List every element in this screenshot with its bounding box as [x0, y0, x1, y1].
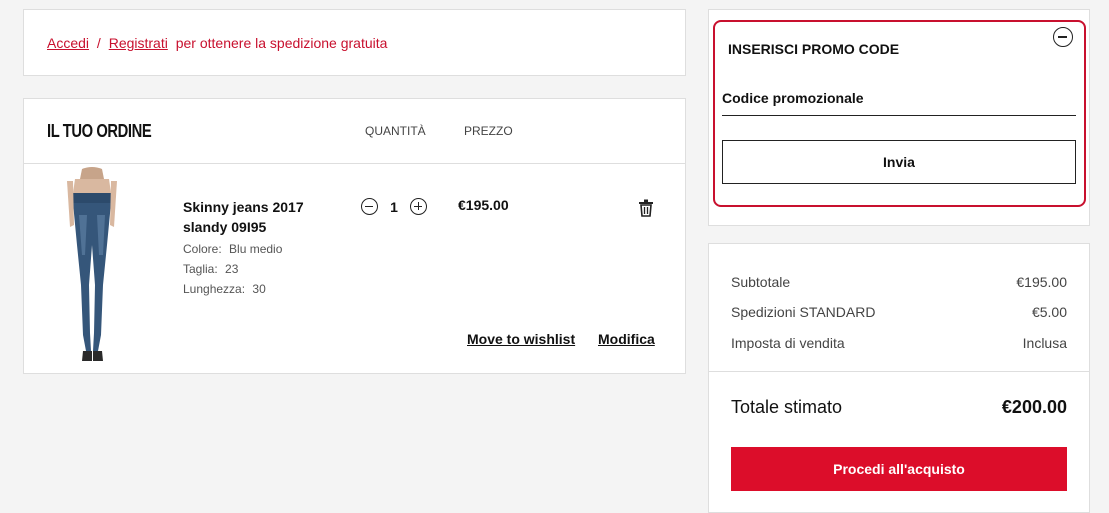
total-row: Totale stimato €200.00	[731, 397, 1067, 418]
checkout-button[interactable]: Procedi all'acquisto	[731, 447, 1067, 491]
trash-icon[interactable]	[638, 199, 654, 217]
collapse-promo-icon[interactable]	[1053, 27, 1073, 47]
order-title: IL TUO ORDINE	[47, 121, 152, 141]
free-shipping-message: per ottenere la spedizione gratuita	[175, 35, 388, 51]
subtotal-value: €195.00	[1016, 274, 1067, 290]
product-name[interactable]: Skinny jeans 2017 slandy 09I95	[183, 197, 333, 237]
login-row: Accedi / Registrati per ottenere la sped…	[47, 35, 387, 51]
quantity-value: 1	[390, 198, 398, 215]
price-column-header: PREZZO	[464, 124, 513, 138]
edit-item-link[interactable]: Modifica	[598, 331, 655, 347]
length-label: Lunghezza:	[183, 282, 246, 296]
order-header: IL TUO ORDINE QUANTITÀ PREZZO	[24, 99, 685, 164]
total-label: Totale stimato	[731, 397, 843, 417]
product-price: €195.00	[458, 197, 509, 213]
login-banner: Accedi / Registrati per ottenere la sped…	[23, 9, 686, 76]
quantity-column-header: QUANTITÀ	[365, 124, 426, 138]
increase-quantity-button[interactable]	[410, 198, 427, 215]
product-image[interactable]	[55, 165, 130, 365]
total-value: €200.00	[1001, 397, 1067, 417]
promo-title: INSERISCI PROMO CODE	[728, 41, 900, 57]
move-to-wishlist-link[interactable]: Move to wishlist	[467, 331, 575, 347]
tax-label: Imposta di vendita	[731, 335, 845, 351]
length-value: 30	[252, 282, 266, 296]
submit-promo-button[interactable]: Invia	[722, 140, 1076, 184]
color-value: Blu medio	[229, 242, 283, 256]
product-color: Colore: Blu medio	[183, 242, 282, 256]
color-label: Colore:	[183, 242, 222, 256]
tax-value: Inclusa	[1022, 335, 1067, 351]
promo-code-input[interactable]	[722, 85, 1076, 116]
decrease-quantity-button[interactable]	[361, 198, 378, 215]
order-panel: IL TUO ORDINE QUANTITÀ PREZZO Skinny jea…	[23, 98, 686, 374]
size-value: 23	[225, 262, 239, 276]
product-size: Taglia: 23	[183, 262, 238, 276]
summary-divider	[709, 371, 1089, 372]
subtotal-row: Subtotale €195.00	[731, 274, 1067, 290]
tax-row: Imposta di vendita Inclusa	[731, 335, 1067, 351]
login-separator: /	[96, 35, 101, 51]
login-link[interactable]: Accedi	[47, 35, 89, 51]
register-link[interactable]: Registrati	[109, 35, 168, 51]
shipping-value: €5.00	[1031, 304, 1067, 320]
shipping-label: Spedizioni STANDARD	[731, 304, 876, 320]
shipping-row: Spedizioni STANDARD €5.00	[731, 304, 1067, 320]
subtotal-label: Subtotale	[731, 274, 791, 290]
quantity-stepper: 1	[361, 198, 427, 215]
product-length: Lunghezza: 30	[183, 282, 266, 296]
size-label: Taglia:	[183, 262, 218, 276]
promo-panel: INSERISCI PROMO CODE	[708, 9, 1090, 226]
